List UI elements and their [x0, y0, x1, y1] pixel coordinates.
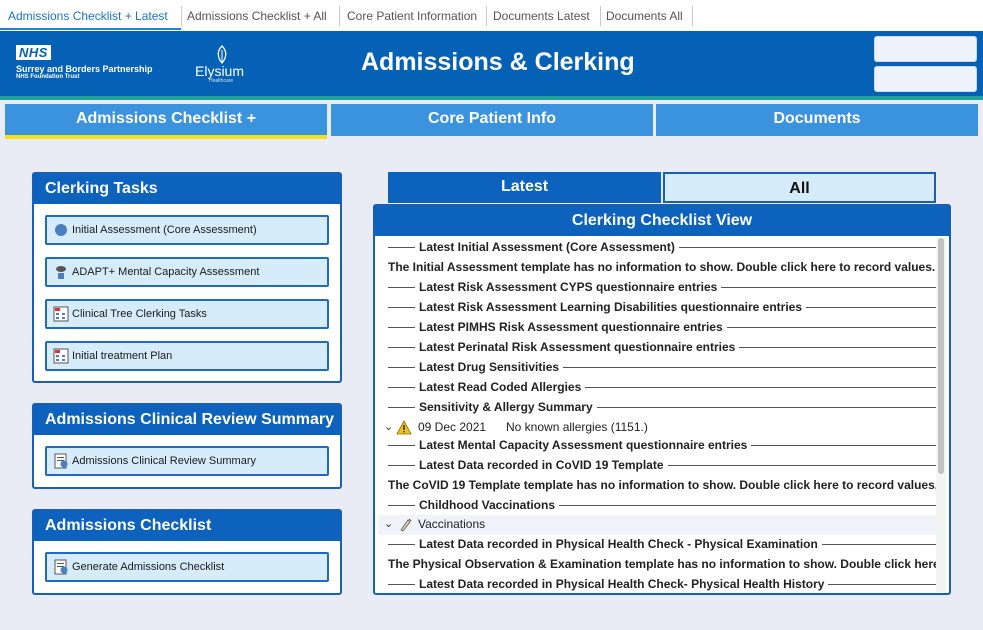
clerking-tasks-panel: Clerking Tasks Initial Assessment (Core … [32, 172, 342, 383]
list-section[interactable]: Latest Risk Assessment Learning Disabili… [378, 298, 936, 318]
org-name: Surrey and Borders Partnership [16, 64, 153, 74]
section-title: Latest Data recorded in Physical Health … [415, 577, 829, 591]
task-label: Clinical Tree Clerking Tasks [72, 308, 207, 320]
warning-icon [396, 420, 412, 435]
panel-title: Admissions Clinical Review Summary [34, 405, 340, 435]
list-section[interactable]: Latest Mental Capacity Assessment questi… [378, 436, 936, 456]
tab-separator [486, 6, 487, 26]
clinical-review-panel: Admissions Clinical Review Summary Admis… [32, 403, 342, 489]
tab-core-patient-information[interactable]: Core Patient Information [347, 6, 477, 26]
document-icon [54, 559, 68, 575]
panel-title: Clerking Checklist View [375, 206, 949, 236]
chevron-down-icon[interactable]: ⌄ [384, 420, 393, 433]
item-text: Vaccinations [418, 517, 486, 531]
clerking-checklist-panel: Clerking Checklist View Latest Initial A… [373, 204, 951, 595]
tab-documents-all[interactable]: Documents All [606, 6, 683, 26]
panel-title: Clerking Tasks [34, 174, 340, 204]
list-section[interactable]: Latest Perinatal Risk Assessment questio… [378, 338, 936, 358]
item-date: 09 Dec 2021 [418, 420, 487, 434]
list-section[interactable]: Latest Read Coded Allergies [378, 378, 936, 398]
list-section[interactable]: Latest Data recorded in CoVID 19 Templat… [378, 456, 936, 476]
section-title: Latest Mental Capacity Assessment questi… [415, 438, 752, 452]
list-section[interactable]: Latest Drug Sensitivities [378, 358, 936, 378]
section-title: Latest Data recorded in CoVID 19 Templat… [415, 458, 668, 472]
org-subtitle: NHS Foundation Trust [16, 74, 80, 80]
panel-title: Admissions Checklist [34, 511, 340, 541]
nhs-logo: NHS [16, 45, 51, 60]
elysium-logo: Elysium [195, 63, 245, 79]
section-title: Sensitivity & Allergy Summary [415, 400, 597, 414]
checklist-list[interactable]: Latest Initial Assessment (Core Assessme… [378, 238, 936, 592]
task-label: ADAPT+ Mental Capacity Assessment [72, 266, 260, 278]
tab-documents-latest[interactable]: Documents Latest [493, 6, 590, 26]
tab-latest[interactable]: Latest [388, 172, 661, 203]
scrollbar-thumb[interactable] [938, 238, 944, 474]
tab-admissions-checklist-all[interactable]: Admissions Checklist + All [187, 6, 327, 26]
section-title: Childhood Vaccinations [415, 498, 560, 512]
top-tab-strip: Admissions Checklist + Latest Admissions… [0, 0, 983, 32]
chevron-down-icon[interactable]: ⌄ [384, 517, 393, 530]
section-title: Latest Risk Assessment CYPS questionnair… [415, 280, 722, 294]
message-text: The CoVID 19 Template template has no in… [388, 478, 936, 492]
section-title: Latest Drug Sensitivities [415, 360, 564, 374]
header-button-top[interactable] [874, 36, 977, 62]
task-label: Initial Assessment (Core Assessment) [72, 224, 257, 236]
form-icon [53, 348, 69, 364]
initial-assessment-button[interactable]: Initial Assessment (Core Assessment) [45, 215, 329, 245]
generate-admissions-checklist-button[interactable]: Generate Admissions Checklist [45, 552, 329, 582]
list-section[interactable]: Latest Data recorded in Physical Health … [378, 535, 936, 555]
page-title: Admissions & Clerking [361, 48, 635, 76]
section-title: Latest PIMHS Risk Assessment questionnai… [415, 320, 727, 334]
tab-all[interactable]: All [663, 172, 936, 203]
initial-treatment-plan-button[interactable]: Initial treatment Plan [45, 341, 329, 371]
list-section[interactable]: Latest PIMHS Risk Assessment questionnai… [378, 318, 936, 338]
clinical-review-summary-button[interactable]: Admissions Clinical Review Summary [45, 446, 329, 476]
section-title: Latest Perinatal Risk Assessment questio… [415, 340, 740, 354]
nav-documents[interactable]: Documents [656, 104, 978, 136]
tab-separator [692, 6, 693, 26]
header-accent-bar [0, 96, 983, 100]
list-message[interactable]: The Physical Observation & Examination t… [378, 555, 936, 575]
list-item[interactable]: ⌄ Vaccinations [378, 515, 936, 535]
message-text: The Initial Assessment template has no i… [388, 260, 936, 274]
circle-icon [55, 224, 67, 236]
list-section[interactable]: Sensitivity & Allergy Summary [378, 398, 936, 418]
list-section[interactable]: Latest Data recorded in Physical Health … [378, 575, 936, 592]
clinical-tree-clerking-button[interactable]: Clinical Tree Clerking Tasks [45, 299, 329, 329]
list-item[interactable]: ⌄ 09 Dec 2021 No known allergies (1151.) [378, 418, 936, 438]
document-icon [54, 453, 68, 469]
admissions-checklist-panel: Admissions Checklist Generate Admissions… [32, 509, 342, 595]
tab-separator [181, 6, 182, 26]
list-section[interactable]: Latest Initial Assessment (Core Assessme… [378, 238, 936, 258]
task-label: Generate Admissions Checklist [72, 561, 225, 573]
form-icon [53, 306, 69, 322]
message-text: The Physical Observation & Examination t… [388, 557, 936, 571]
person-icon [56, 266, 66, 279]
active-tab-indicator [0, 28, 181, 30]
tab-admissions-checklist-latest[interactable]: Admissions Checklist + Latest [8, 6, 168, 26]
adapt-mental-capacity-button[interactable]: ADAPT+ Mental Capacity Assessment [45, 257, 329, 287]
section-title: Latest Initial Assessment (Core Assessme… [415, 240, 679, 254]
task-label: Admissions Clinical Review Summary [72, 455, 256, 467]
section-title: Latest Read Coded Allergies [415, 380, 586, 394]
header-button-bottom[interactable] [874, 66, 977, 92]
section-title: Latest Risk Assessment Learning Disabili… [415, 300, 807, 314]
list-section[interactable]: Latest Risk Assessment CYPS questionnair… [378, 278, 936, 298]
nav-core-patient-info[interactable]: Core Patient Info [331, 104, 653, 136]
nav-admissions-checklist[interactable]: Admissions Checklist + [5, 104, 327, 139]
syringe-icon [400, 518, 412, 532]
list-message[interactable]: The Initial Assessment template has no i… [378, 258, 936, 278]
item-text: No known allergies (1151.) [506, 420, 648, 434]
tab-separator [600, 6, 601, 26]
elysium-subtitle: Healthcare [209, 78, 234, 84]
list-section[interactable]: Childhood Vaccinations [378, 496, 936, 516]
elysium-leaf-icon [217, 45, 227, 65]
list-message[interactable]: The CoVID 19 Template template has no in… [378, 476, 936, 496]
task-label: Initial treatment Plan [72, 350, 173, 362]
tab-separator [339, 6, 340, 26]
section-title: Latest Data recorded in Physical Health … [415, 537, 822, 551]
app-header: NHS Surrey and Borders Partnership NHS F… [0, 31, 983, 96]
vertical-scrollbar[interactable] [936, 238, 946, 592]
